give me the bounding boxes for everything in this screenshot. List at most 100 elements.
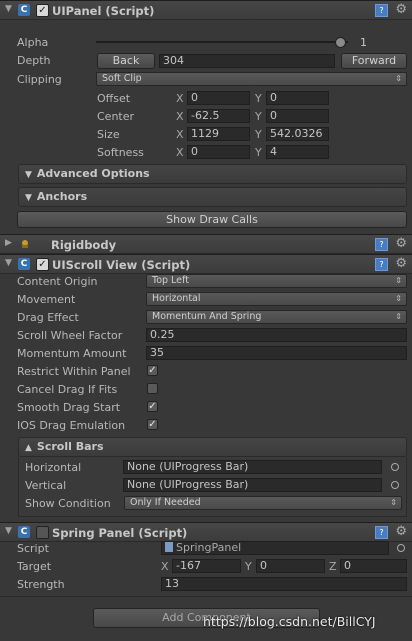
restrict-within-panel-label: Restrict Within Panel xyxy=(17,365,131,378)
momentum-amount-field[interactable]: 35 xyxy=(146,346,407,360)
object-picker-icon[interactable] xyxy=(391,463,399,471)
object-picker-icon[interactable] xyxy=(397,544,405,552)
depth-label: Depth xyxy=(17,54,51,67)
springpanel-header[interactable]: ▼ C Spring Panel (Script) ? ⚙ xyxy=(0,522,412,542)
help-icon[interactable]: ? xyxy=(375,4,388,17)
content-origin-dropdown[interactable]: Top Left ⇕ xyxy=(146,274,407,288)
fold-down-icon: ▼ xyxy=(25,170,32,180)
clipping-label: Clipping xyxy=(17,73,62,86)
softness-x-field[interactable]: 0 xyxy=(187,145,250,159)
fold-down-icon[interactable]: ▼ xyxy=(5,4,12,14)
uipanel-header[interactable]: ▼ C ✓ UIPanel (Script) ? ⚙ xyxy=(0,0,412,20)
dropdown-arrows-icon: ⇕ xyxy=(395,294,402,303)
rigidbody-icon xyxy=(20,239,30,249)
fold-down-icon[interactable]: ▼ xyxy=(5,258,12,268)
scroll-bars-foldout[interactable]: ▲ Scroll Bars xyxy=(18,437,407,457)
strength-field[interactable]: 13 xyxy=(161,577,407,591)
strength-label: Strength xyxy=(17,578,65,591)
fold-down-icon[interactable]: ▼ xyxy=(5,526,12,536)
offset-y-field[interactable]: 0 xyxy=(266,91,329,105)
cancel-drag-label: Cancel Drag If Fits xyxy=(17,383,118,396)
smooth-drag-checkbox[interactable]: ✓ xyxy=(147,401,158,412)
uiscrollview-header[interactable]: ▼ C ✓ UIScroll View (Script) ? ⚙ xyxy=(0,254,412,274)
fold-right-icon[interactable]: ▶ xyxy=(5,238,12,248)
uipanel-enabled-checkbox[interactable]: ✓ xyxy=(36,4,49,17)
offset-y-label: Y xyxy=(255,92,262,105)
target-x-label: X xyxy=(161,560,169,573)
ios-drag-checkbox[interactable]: ✓ xyxy=(147,419,158,430)
forward-button[interactable]: Forward xyxy=(341,53,407,69)
content-origin-label: Content Origin xyxy=(17,275,98,288)
gear-icon[interactable]: ⚙ xyxy=(395,2,407,17)
script-icon: C xyxy=(18,526,30,538)
center-label: Center xyxy=(97,110,135,123)
scroll-bars-label: Scroll Bars xyxy=(36,440,104,453)
scroll-wheel-factor-field[interactable]: 0.25 xyxy=(146,328,407,342)
script-object-field[interactable]: SpringPanel xyxy=(161,541,389,555)
movement-label: Movement xyxy=(17,293,76,306)
ios-drag-label: IOS Drag Emulation xyxy=(17,419,126,432)
watermark: https://blog.csdn.net/BillCYJ xyxy=(203,614,376,629)
springpanel-title: Spring Panel (Script) xyxy=(52,526,188,540)
depth-field[interactable]: 304 xyxy=(159,54,335,68)
advanced-options-foldout[interactable]: ▼ Advanced Options xyxy=(18,164,407,184)
show-condition-dropdown[interactable]: Only If Needed ⇕ xyxy=(124,496,402,510)
dropdown-arrows-icon: ⇕ xyxy=(395,276,402,285)
vertical-object-field[interactable]: None (UIProgress Bar) xyxy=(123,478,382,492)
target-z-field[interactable]: 0 xyxy=(340,559,407,573)
size-y-field[interactable]: 542.0326 xyxy=(266,127,329,141)
fold-up-icon: ▲ xyxy=(25,443,32,453)
offset-x-label: X xyxy=(176,92,184,105)
horizontal-object-field[interactable]: None (UIProgress Bar) xyxy=(123,460,382,474)
alpha-slider-knob[interactable] xyxy=(335,37,347,48)
back-button[interactable]: Back xyxy=(97,53,155,69)
center-x-field[interactable]: -62.5 xyxy=(187,109,250,123)
gear-icon[interactable]: ⚙ xyxy=(395,236,407,251)
target-y-label: Y xyxy=(245,560,252,573)
clipping-value: Soft Clip xyxy=(102,73,142,84)
target-x-field[interactable]: -167 xyxy=(172,559,241,573)
vertical-label: Vertical xyxy=(25,479,67,492)
script-icon: C xyxy=(18,258,30,270)
alpha-slider-track[interactable] xyxy=(96,41,348,43)
dropdown-arrows-icon: ⇕ xyxy=(390,498,397,507)
uiscrollview-enabled-checkbox[interactable]: ✓ xyxy=(36,258,49,271)
target-z-label: Z xyxy=(329,560,337,573)
alpha-value[interactable]: 1 xyxy=(360,36,367,49)
target-y-field[interactable]: 0 xyxy=(256,559,325,573)
movement-dropdown[interactable]: Horizontal ⇕ xyxy=(146,292,407,306)
size-x-field[interactable]: 1129 xyxy=(187,127,250,141)
drag-effect-value: Momentum And Spring xyxy=(152,311,262,322)
object-picker-icon[interactable] xyxy=(391,481,399,489)
advanced-options-label: Advanced Options xyxy=(36,167,150,180)
cancel-drag-checkbox[interactable] xyxy=(147,383,158,394)
center-y-label: Y xyxy=(255,110,262,123)
anchors-label: Anchors xyxy=(36,190,88,203)
rigidbody-title: Rigidbody xyxy=(51,238,117,252)
content-origin-value: Top Left xyxy=(152,275,189,286)
rigidbody-header[interactable]: ▶ Rigidbody ? ⚙ xyxy=(0,234,412,254)
help-icon[interactable]: ? xyxy=(375,258,388,271)
smooth-drag-label: Smooth Drag Start xyxy=(17,401,121,414)
alpha-label: Alpha xyxy=(17,36,49,49)
anchors-foldout[interactable]: ▼ Anchors xyxy=(18,187,407,207)
gear-icon[interactable]: ⚙ xyxy=(395,256,407,271)
softness-x-label: X xyxy=(176,146,184,159)
offset-x-field[interactable]: 0 xyxy=(187,91,250,105)
gear-icon[interactable]: ⚙ xyxy=(395,524,407,539)
restrict-within-panel-checkbox[interactable]: ✓ xyxy=(147,365,158,376)
size-y-label: Y xyxy=(255,128,262,141)
help-icon[interactable]: ? xyxy=(375,526,388,539)
show-draw-calls-button[interactable]: Show Draw Calls xyxy=(17,211,407,228)
clipping-dropdown[interactable]: Soft Clip ⇕ xyxy=(96,72,407,86)
center-y-field[interactable]: 0 xyxy=(266,109,329,123)
help-icon[interactable]: ? xyxy=(375,238,388,251)
divider xyxy=(0,596,412,597)
horizontal-label: Horizontal xyxy=(25,461,82,474)
center-x-label: X xyxy=(176,110,184,123)
drag-effect-dropdown[interactable]: Momentum And Spring ⇕ xyxy=(146,310,407,324)
springpanel-enabled-checkbox[interactable] xyxy=(36,526,49,539)
softness-y-field[interactable]: 4 xyxy=(266,145,329,159)
dropdown-arrows-icon: ⇕ xyxy=(395,74,402,83)
offset-label: Offset xyxy=(97,92,131,105)
